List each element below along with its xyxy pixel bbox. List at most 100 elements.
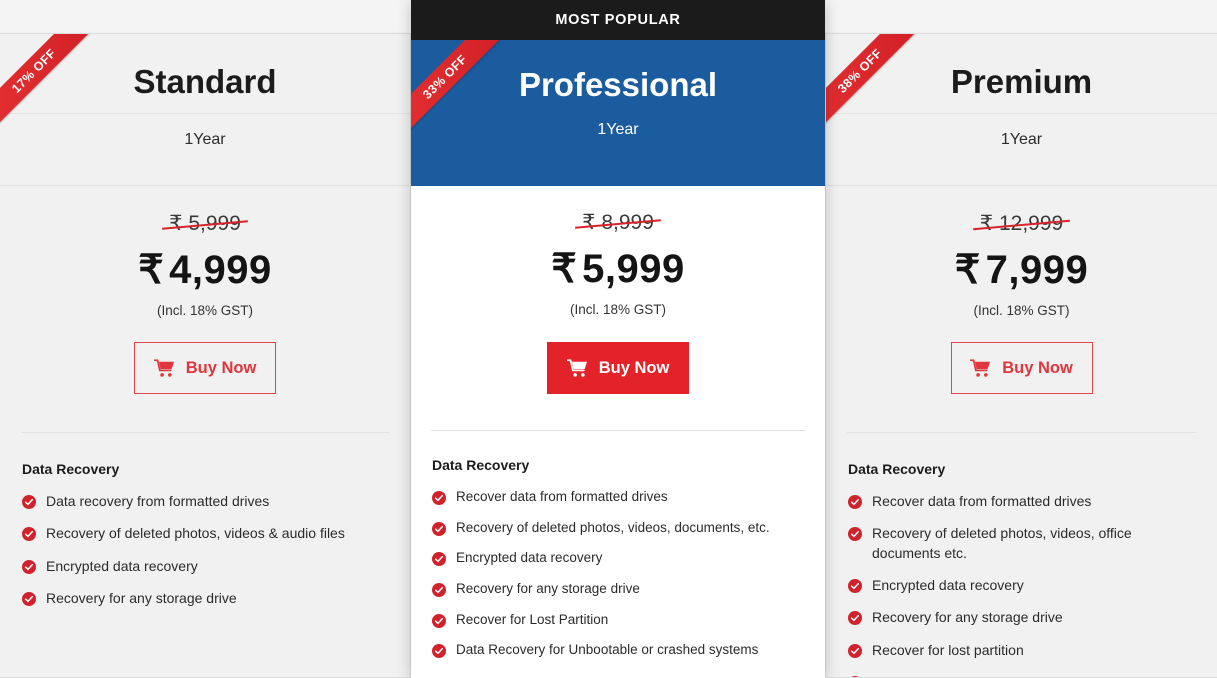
plan-header-professional: 33% OFF Professional 1Year xyxy=(411,40,825,186)
price-original: ₹ 5,999 xyxy=(169,212,241,235)
feature-item: Recover data from formatted drives xyxy=(848,492,1203,511)
price-block-standard: ₹ 5,999 ₹4,999 (Incl. 18% GST) xyxy=(0,186,410,318)
gst-note: (Incl. 18% GST) xyxy=(973,303,1070,318)
feature-group-heading: Data Recovery xyxy=(432,457,530,473)
check-circle-icon xyxy=(848,527,862,542)
check-circle-icon xyxy=(22,559,36,574)
check-circle-icon xyxy=(22,591,36,606)
shopping-cart-icon xyxy=(969,358,991,378)
check-circle-icon xyxy=(432,644,446,659)
feature-text: Encrypted data recovery xyxy=(872,576,1024,593)
gst-note: (Incl. 18% GST) xyxy=(569,302,667,317)
features-divider xyxy=(21,432,389,433)
plan-card-professional[interactable]: MOST POPULAR 33% OFF Professional 1Year … xyxy=(411,0,825,678)
buy-now-button-professional[interactable]: Buy Now xyxy=(547,342,689,394)
feature-group-heading: Data Recovery xyxy=(22,461,120,477)
gst-note: (Incl. 18% GST) xyxy=(156,303,254,318)
price-block-premium: ₹ 12,999 ₹7,999 (Incl. 18% GST) xyxy=(826,186,1217,318)
buy-row-premium: Buy Now xyxy=(826,342,1217,394)
features-divider xyxy=(431,430,805,431)
features-section-professional: Data Recovery Recover data from formatte… xyxy=(411,457,825,678)
price-current: ₹4,999 xyxy=(0,249,410,291)
feature-text: Data recovery from formatted drives xyxy=(46,493,270,509)
check-circle-icon xyxy=(432,552,446,567)
features-divider xyxy=(847,432,1196,433)
feature-item: Recover for Lost Partition xyxy=(432,611,813,630)
buy-now-label: Buy Now xyxy=(1002,358,1073,377)
most-popular-label: MOST POPULAR xyxy=(555,12,681,28)
feature-list-professional: Recover data from formatted drives Recov… xyxy=(432,488,813,660)
feature-text: Recover for lost partition xyxy=(872,641,1024,658)
buy-now-label: Buy Now xyxy=(185,358,257,377)
check-circle-icon xyxy=(432,582,446,597)
feature-item: Recovery for any storage drive xyxy=(432,580,813,599)
feature-text: Recovery for any storage drive xyxy=(872,609,1063,626)
price-amount: 7,999 xyxy=(985,248,1089,292)
check-circle-icon xyxy=(848,578,862,593)
feature-text: Recovery for any storage drive xyxy=(46,589,237,606)
check-circle-icon xyxy=(432,521,446,536)
features-section-premium: Data Recovery Recover data from formatte… xyxy=(826,461,1217,677)
feature-item: Encrypted data recovery xyxy=(848,576,1203,595)
buy-row-professional: Buy Now xyxy=(411,342,825,394)
feature-text: Recover data from formatted drives xyxy=(872,493,1092,509)
plan-title: Premium xyxy=(950,63,1093,100)
check-circle-icon xyxy=(848,495,862,509)
buy-now-label: Buy Now xyxy=(598,358,670,377)
most-popular-banner: MOST POPULAR xyxy=(411,0,825,40)
check-circle-icon xyxy=(848,643,862,658)
plan-term: 1Year xyxy=(1000,131,1043,149)
currency-symbol: ₹ xyxy=(138,248,165,292)
feature-text: Encrypted data recovery xyxy=(456,550,603,566)
feature-item: Data recovery from formatted drives xyxy=(22,492,396,511)
plan-card-premium[interactable]: 38% OFF Premium 1Year ₹ 12,999 ₹7,999 (I… xyxy=(825,33,1217,678)
check-circle-icon xyxy=(432,491,446,505)
feature-item: Recovery of deleted photos, videos, offi… xyxy=(848,524,1203,563)
pricing-table: 17% OFF Standard 1Year ₹ 5,999 ₹4,999 (I… xyxy=(0,0,1217,678)
price-original: ₹ 8,999 xyxy=(582,211,654,234)
price-current: ₹7,999 xyxy=(826,249,1217,291)
feature-item: Encrypted data recovery xyxy=(22,557,396,576)
check-circle-icon xyxy=(22,495,36,509)
feature-group-heading: Data Recovery xyxy=(848,461,946,477)
plan-title: Professional xyxy=(518,66,718,103)
feature-list-premium: Recover data from formatted drives Recov… xyxy=(848,492,1203,677)
check-circle-icon xyxy=(22,527,36,542)
feature-item: Data Recovery for Unbootable or crashed … xyxy=(432,641,813,660)
feature-item: Recovery for any storage drive xyxy=(848,608,1203,627)
currency-symbol: ₹ xyxy=(954,248,981,292)
currency-symbol: ₹ xyxy=(551,247,578,291)
feature-text: Recovery of deleted photos, videos, offi… xyxy=(872,525,1132,561)
feature-text: Encrypted data recovery xyxy=(46,557,198,574)
plan-header-standard: 17% OFF Standard 1Year xyxy=(0,34,410,186)
plan-card-standard[interactable]: 17% OFF Standard 1Year ₹ 5,999 ₹4,999 (I… xyxy=(0,33,411,678)
feature-text: Recover for Lost Partition xyxy=(456,611,609,627)
feature-text: Data Recovery for Unbootable or crashed … xyxy=(456,642,759,658)
feature-text: Recovery of deleted photos, videos, docu… xyxy=(456,519,770,535)
feature-item: Encrypted data recovery xyxy=(432,549,813,568)
price-amount: 5,999 xyxy=(582,247,685,291)
buy-now-button-premium[interactable]: Buy Now xyxy=(950,342,1093,394)
plan-header-premium: 38% OFF Premium 1Year xyxy=(826,34,1217,186)
check-circle-icon xyxy=(432,613,446,628)
feature-text: Recovery for any storage drive xyxy=(456,580,640,596)
header-divider xyxy=(826,113,1217,115)
feature-list-standard: Data recovery from formatted drives Reco… xyxy=(22,492,396,608)
shopping-cart-icon xyxy=(153,358,175,378)
price-amount: 4,999 xyxy=(169,248,272,292)
feature-text: Recover data from formatted drives xyxy=(456,489,668,504)
feature-item: Recovery of deleted photos, videos, docu… xyxy=(432,519,813,538)
feature-text: Data Recovery for Unbootable or crashed … xyxy=(872,673,1186,677)
feature-item: Recovery of deleted photos, videos & aud… xyxy=(22,524,396,543)
check-circle-icon xyxy=(848,611,862,626)
price-original: ₹ 12,999 xyxy=(979,212,1064,235)
plan-term: 1Year xyxy=(184,131,226,149)
header-divider xyxy=(0,113,410,115)
features-section-standard: Data Recovery Data recovery from formatt… xyxy=(0,461,410,608)
plan-title: Standard xyxy=(133,63,277,100)
feature-item: Recovery for any storage drive xyxy=(22,589,396,608)
plan-term: 1Year xyxy=(597,121,639,139)
buy-now-button-standard[interactable]: Buy Now xyxy=(134,342,276,394)
shopping-cart-icon xyxy=(566,358,588,378)
feature-text: Recovery of deleted photos, videos & aud… xyxy=(46,525,345,542)
